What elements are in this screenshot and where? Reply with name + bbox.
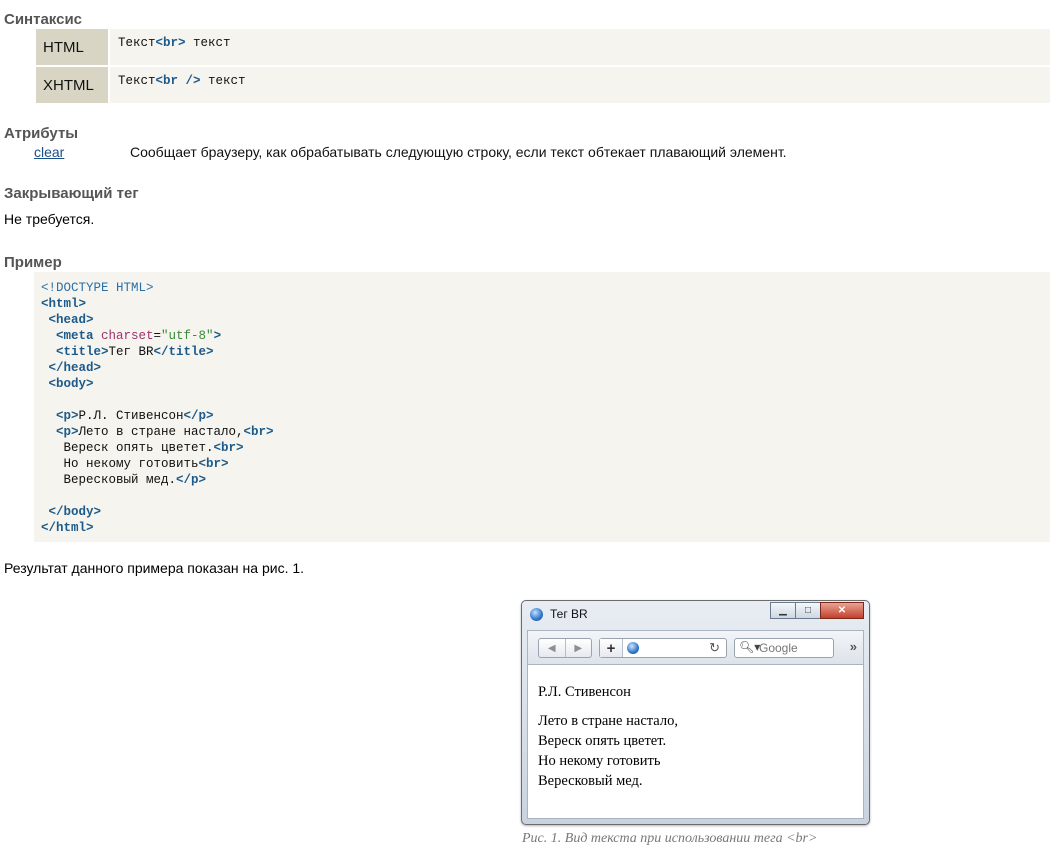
code-tag: <p> xyxy=(41,409,79,423)
code-tag: <title> xyxy=(41,345,109,359)
code-line: Вересковый мед.</p> xyxy=(41,472,1050,488)
code-line: <html> xyxy=(41,296,1050,312)
code-line: Но некому готовить<br> xyxy=(41,456,1050,472)
code-line: <meta charset="utf-8"> xyxy=(41,328,1050,344)
window-controls: ▁ □ ✕ xyxy=(770,602,864,619)
syntax-row-html: HTML Текст <br> текст xyxy=(36,29,1050,65)
code-text: Вереск опять цветет. xyxy=(41,441,214,455)
example-heading: Пример xyxy=(4,254,62,271)
browser-title: Тег BR xyxy=(550,607,588,621)
back-arrow-icon[interactable]: ◀ xyxy=(539,639,565,657)
reload-icon[interactable]: ↻ xyxy=(709,640,720,656)
attributes-heading: Атрибуты xyxy=(4,125,79,142)
syntax-code: Текст <br> текст xyxy=(110,29,1050,65)
code-line: <p>Р.Л. Стивенсон</p> xyxy=(41,408,1050,424)
code-line: </head> xyxy=(41,360,1050,376)
content-line: Вереск опять цветет. xyxy=(538,733,667,749)
code-text: Вересковый мед. xyxy=(41,473,177,487)
browser-content: Р.Л. Стивенсон Лето в стране настало, Ве… xyxy=(527,664,864,819)
code-tag: <html> xyxy=(41,297,87,311)
code-line: <p>Лето в стране настало,<br> xyxy=(41,424,1050,440)
code-line: <body> xyxy=(41,376,1050,392)
syntax-row-xhtml: XHTML Текст <br /> текст xyxy=(36,67,1050,103)
forward-arrow-icon[interactable]: ▶ xyxy=(564,639,592,657)
code-line: </body> xyxy=(41,504,1050,520)
content-line: Вересковый мед. xyxy=(538,773,643,789)
code-attr: charset xyxy=(101,329,154,343)
syntax-label: XHTML xyxy=(36,67,110,103)
minimize-icon[interactable]: ▁ xyxy=(770,602,796,619)
maximize-icon[interactable]: □ xyxy=(795,602,821,619)
code-tag: </html> xyxy=(41,521,94,535)
syntax-label: HTML xyxy=(36,29,110,65)
code-tag: </p> xyxy=(176,473,207,487)
syntax-text: текст xyxy=(185,36,231,50)
content-line: Лето в стране настало, xyxy=(538,713,678,729)
code-text: Лето в стране настало, xyxy=(78,425,244,439)
content-line: Но некому готовить xyxy=(538,753,661,769)
close-icon[interactable]: ✕ xyxy=(820,602,864,619)
attribute-description: Сообщает браузеру, как обрабатывать след… xyxy=(130,144,787,160)
globe-icon xyxy=(530,608,543,621)
code-text: = xyxy=(153,329,162,343)
code-tag: </head> xyxy=(41,361,102,375)
code-tag: <br> xyxy=(243,425,274,439)
code-doctype: <!DOCTYPE HTML> xyxy=(41,281,154,295)
code-line: <!DOCTYPE HTML> xyxy=(41,280,1050,296)
globe-icon xyxy=(627,642,639,654)
syntax-code: Текст <br /> текст xyxy=(110,67,1050,103)
code-text: Тег BR xyxy=(108,345,154,359)
closing-tag-heading: Закрывающий тег xyxy=(4,185,139,202)
search-placeholder: Google xyxy=(759,641,798,655)
code-tag: <meta xyxy=(41,329,102,343)
code-tag: <br> xyxy=(213,441,244,455)
syntax-text: Текст xyxy=(118,36,156,50)
attribute-link-clear[interactable]: clear xyxy=(34,144,130,160)
code-tag: </p> xyxy=(183,409,214,423)
search-icon[interactable]: 🔍︎▾ xyxy=(739,640,760,654)
browser-toolbar: ◀ ▶ + ↻ 🔍︎▾ Google » xyxy=(527,630,864,664)
code-tag: <br> xyxy=(198,457,229,471)
code-tag: </body> xyxy=(41,505,102,519)
code-tag: </title> xyxy=(153,345,214,359)
chevron-right-icon[interactable]: » xyxy=(850,639,857,654)
search-input[interactable]: 🔍︎▾ Google xyxy=(734,638,834,658)
code-example: <!DOCTYPE HTML> <html> <head> <meta char… xyxy=(34,272,1050,542)
code-text: Р.Л. Стивенсон xyxy=(78,409,184,423)
code-tag: <p> xyxy=(41,425,79,439)
browser-titlebar: Тег BR ▁ □ ✕ xyxy=(522,601,869,627)
syntax-text: Текст xyxy=(118,74,156,88)
result-text: Результат данного примера показан на рис… xyxy=(4,560,305,576)
closing-tag-text: Не требуется. xyxy=(4,211,95,227)
attribute-row: clear Сообщает браузеру, как обрабатыват… xyxy=(34,144,787,160)
syntax-heading: Синтаксис xyxy=(4,11,83,28)
code-tag: <body> xyxy=(41,377,94,391)
code-line: Вереск опять цветет.<br> xyxy=(41,440,1050,456)
figure-caption: Рис. 1. Вид текста при использовании тег… xyxy=(522,831,818,846)
address-bar[interactable]: + ↻ xyxy=(599,638,727,658)
syntax-tag: <br /> xyxy=(155,74,201,88)
syntax-tag: <br> xyxy=(155,36,186,50)
nav-buttons: ◀ ▶ xyxy=(538,638,592,658)
code-tag: > xyxy=(213,329,222,343)
syntax-table: HTML Текст <br> текст XHTML Текст <br /> т… xyxy=(36,29,1050,105)
content-paragraph: Р.Л. Стивенсон xyxy=(538,684,631,700)
code-line: <title>Тег BR</title> xyxy=(41,344,1050,360)
code-line: <head> xyxy=(41,312,1050,328)
code-line: </html> xyxy=(41,520,1050,536)
plus-icon[interactable]: + xyxy=(600,639,623,657)
code-value: "utf-8" xyxy=(161,329,214,343)
browser-window-figure: Тег BR ▁ □ ✕ ◀ ▶ + ↻ 🔍︎▾ Google » Р.Л. С… xyxy=(521,600,870,825)
code-tag: <head> xyxy=(41,313,94,327)
code-text: Но некому готовить xyxy=(41,457,199,471)
syntax-text: текст xyxy=(200,74,246,88)
